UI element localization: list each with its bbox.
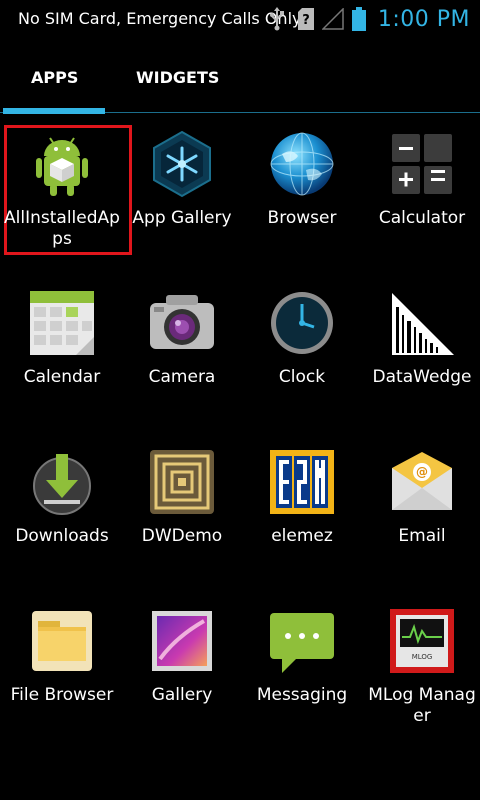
app-clock[interactable]: Clock [240, 277, 360, 436]
status-clock: 1:00 PM [377, 6, 470, 32]
app-label: AllInstalledApps [4, 208, 120, 249]
app-gallery[interactable]: Gallery [120, 595, 240, 754]
app-label: elemez [271, 526, 333, 546]
app-file-browser[interactable]: File Browser [0, 595, 120, 754]
app-calendar[interactable]: Calendar [0, 277, 120, 436]
app-label: App Gallery [132, 208, 232, 228]
app-messaging[interactable]: Messaging [240, 595, 360, 754]
globe-icon [270, 132, 334, 196]
folder-icon [32, 611, 92, 671]
app-label: Calendar [23, 367, 101, 387]
tab-apps[interactable]: APPS [31, 68, 78, 87]
barcode-icon [392, 293, 454, 355]
app-label: Calculator [378, 208, 466, 228]
app-label: MLog Manager [368, 685, 476, 726]
mlog-icon: MLOG [390, 609, 454, 673]
app-dwdemo[interactable]: DWDemo [120, 436, 240, 595]
app-label: Downloads [15, 526, 109, 546]
no-signal-icon [321, 8, 344, 30]
battery-icon [351, 7, 366, 31]
no-sim-icon: ? [297, 8, 314, 30]
app-gallery-icon [153, 130, 211, 198]
download-icon [33, 454, 91, 515]
status-bar: No SIM Card, Emergency Calls Only ? 1:00… [0, 0, 480, 38]
app-allinstalledapps[interactable]: AllInstalledApps [0, 118, 132, 277]
app-label: Messaging [256, 685, 348, 705]
app-camera[interactable]: Camera [120, 277, 240, 436]
tab-widgets[interactable]: WIDGETS [136, 68, 219, 87]
app-app-gallery[interactable]: App Gallery [120, 118, 240, 277]
app-label: DataWedge [372, 367, 472, 387]
carrier-status-text: No SIM Card, Emergency Calls Only [18, 9, 302, 28]
app-label: Camera [148, 367, 216, 387]
app-elemez[interactable]: elemez [240, 436, 360, 595]
app-datawedge[interactable]: DataWedge [360, 277, 480, 436]
svg-text:@: @ [416, 465, 428, 479]
app-label: DWDemo [141, 526, 223, 546]
gallery-icon [152, 611, 212, 671]
svg-text:?: ? [302, 13, 310, 28]
clock-icon [271, 292, 333, 354]
app-label: File Browser [10, 685, 114, 705]
b2m-icon [270, 450, 334, 514]
email-icon: @ [392, 452, 452, 510]
calendar-icon [30, 291, 94, 355]
app-calculator[interactable]: Calculator [360, 118, 480, 277]
app-mlog-manager[interactable]: MLOG MLog Manager [360, 595, 480, 754]
svg-text:MLOG: MLOG [412, 653, 433, 661]
calculator-icon [392, 134, 452, 194]
active-tab-indicator [3, 108, 105, 114]
app-label: Gallery [151, 685, 213, 705]
app-downloads[interactable]: Downloads [0, 436, 120, 595]
app-label: Clock [278, 367, 326, 387]
app-browser[interactable]: Browser [240, 118, 360, 277]
messaging-icon [270, 613, 334, 673]
dwdemo-icon [150, 450, 214, 514]
status-icons: ? 1:00 PM [268, 4, 470, 34]
app-label: Email [398, 526, 446, 546]
app-grid: AllInstalledApps App Gallery Browser Cal… [0, 118, 480, 754]
android-box-icon [36, 137, 88, 196]
app-email[interactable]: @ Email [360, 436, 480, 595]
app-label: Browser [267, 208, 337, 228]
tab-bar: APPS WIDGETS [0, 38, 480, 116]
usb-icon [269, 7, 284, 31]
camera-icon [150, 295, 214, 349]
